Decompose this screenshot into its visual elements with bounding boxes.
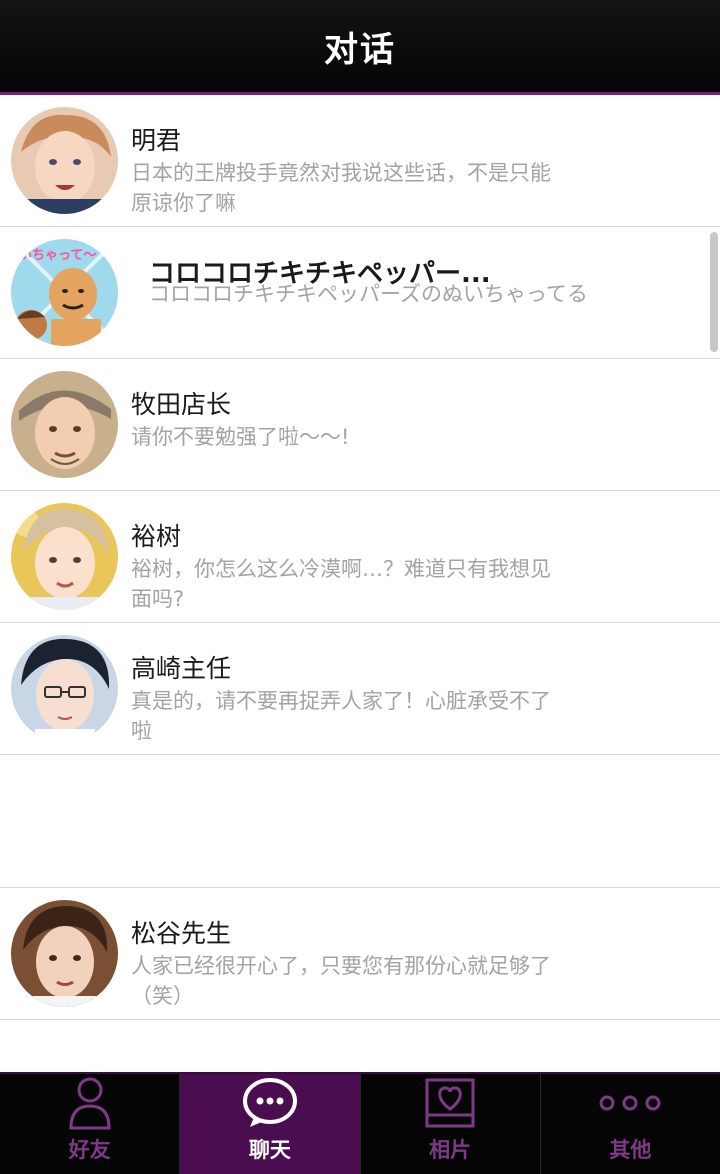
page-title: 对话 (324, 29, 396, 70)
conversation-list: 明君 日本的王牌投手竟然对我说这些话，不是只能原谅你了嘛 いちゃって〜 コロコロ… (0, 95, 720, 1020)
tab-friends[interactable]: 好友 (0, 1074, 181, 1174)
contact-name: 松谷先生 (131, 919, 232, 948)
avatar (11, 107, 118, 214)
last-message: 日本的王牌投手竟然对我说这些话，不是只能原谅你了嘛 (131, 161, 551, 215)
tab-more[interactable]: 其他 (541, 1074, 720, 1174)
contact-name: 裕树 (131, 522, 182, 551)
contact-name: 牧田店长 (131, 390, 232, 419)
more-dots-icon (597, 1074, 663, 1132)
last-message: コロコロチキチキペッパーズのぬいちゃってる (149, 282, 588, 306)
last-message: 人家已经很开心了，只要您有那份心就足够了（笑） (131, 954, 551, 1008)
conversation-item-ming[interactable]: 明君 日本的王牌投手竟然对我说这些话，不是只能原谅你了嘛 (0, 95, 720, 227)
tab-label: 相片 (429, 1138, 472, 1162)
bottom-tab-bar: 好友 聊天 相片 其他 (0, 1072, 720, 1174)
app-header: 对话 (0, 0, 720, 95)
tab-label: 聊天 (248, 1138, 291, 1162)
last-message: 裕树，你怎么这么冷漠啊…？难道只有我想见面吗? (131, 557, 551, 611)
avatar (11, 371, 118, 478)
last-message: 请你不要勉强了啦～～! (131, 425, 350, 449)
person-icon (67, 1074, 113, 1132)
tab-label: 好友 (68, 1138, 111, 1162)
tab-chat[interactable]: 聊天 (180, 1074, 361, 1174)
conversation-item-takasaki[interactable]: 高崎主任 真是的，请不要再捉弄人家了！心脏承受不了啦 (0, 623, 720, 755)
avatar (11, 900, 118, 1007)
avatar (11, 635, 118, 742)
tab-photos[interactable]: 相片 (361, 1074, 541, 1174)
conversation-item-yuki[interactable]: 裕树 裕树，你怎么这么冷漠啊…？难道只有我想见面吗? (0, 491, 720, 623)
last-message: 真是的，请不要再捉弄人家了！心脏承受不了啦 (131, 689, 551, 743)
contact-name: 高崎主任 (131, 654, 232, 683)
contact-name: 明君 (131, 126, 182, 155)
conversation-item-makita[interactable]: 牧田店长 请你不要勉强了啦～～! (0, 359, 720, 491)
tab-label: 其他 (609, 1138, 652, 1162)
conversation-item-pepper[interactable]: いちゃって〜 コロコロチキチキペッパー... コロコロチキチキペッパーズのぬいち… (0, 227, 720, 359)
conversation-item-matsutani[interactable]: 松谷先生 人家已经很开心了，只要您有那份心就足够了（笑） (0, 888, 720, 1020)
avatar (11, 503, 118, 610)
list-scrollbar[interactable] (710, 232, 718, 352)
empty-row (0, 755, 720, 888)
chat-bubble-icon (242, 1074, 298, 1132)
heart-photo-icon (424, 1074, 476, 1132)
pepper-badge: いちゃって〜 (19, 248, 96, 263)
avatar: いちゃって〜 (11, 239, 118, 346)
